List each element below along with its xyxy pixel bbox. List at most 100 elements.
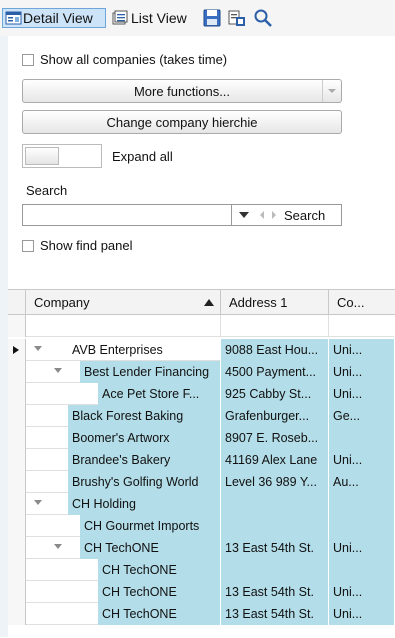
- export-button[interactable]: [228, 8, 246, 28]
- table-row[interactable]: CH Holding: [8, 493, 395, 515]
- company-cell: Ace Pet Store F...: [98, 383, 221, 405]
- more-functions-label: More functions...: [133, 83, 231, 99]
- table-row[interactable]: Brushy's Golfing World Level 36 989 Y...…: [8, 471, 395, 493]
- row-indicator: [8, 471, 26, 493]
- country-cell: Uni...: [329, 383, 395, 405]
- save-icon: [203, 9, 221, 27]
- country-cell: Au...: [329, 471, 395, 493]
- table-row[interactable]: CH Gourmet Imports: [8, 515, 395, 537]
- tree-expander-icon[interactable]: [34, 346, 42, 351]
- country-cell: Uni...: [329, 581, 395, 603]
- table-row[interactable]: Brandee's Bakery 41169 Alex Lane Uni...: [8, 449, 395, 471]
- filter-cell-company[interactable]: [26, 315, 221, 337]
- row-indicator: [8, 339, 26, 361]
- chevron-down-icon: [328, 89, 336, 93]
- address-cell: 13 East 54th St.: [221, 581, 329, 603]
- search-icon: [254, 9, 272, 27]
- address-cell: [221, 515, 329, 537]
- row-indicator: [8, 449, 26, 471]
- search-toolbar-button[interactable]: [253, 8, 273, 28]
- change-hierarchy-button[interactable]: Change company hierchie: [22, 110, 342, 134]
- tree-expander-icon[interactable]: [54, 544, 62, 549]
- row-indicator: [8, 559, 26, 581]
- country-cell: Uni...: [329, 449, 395, 471]
- column-header-address[interactable]: Address 1: [221, 290, 329, 314]
- show-find-panel-checkbox[interactable]: [22, 239, 34, 252]
- change-hierarchy-label: Change company hierchie: [106, 114, 258, 130]
- list-view-button[interactable]: List View: [111, 8, 187, 28]
- show-all-companies-label: Show all companies (takes time): [40, 52, 228, 67]
- address-cell: 9088 East Hou...: [221, 339, 329, 361]
- more-functions-dropdown[interactable]: [322, 80, 341, 102]
- current-row-icon: [13, 346, 19, 354]
- country-cell: Uni...: [329, 603, 395, 625]
- country-cell: Ge...: [329, 405, 395, 427]
- search-input[interactable]: [22, 204, 232, 226]
- search-controls: Search: [232, 204, 342, 226]
- auto-filter-row[interactable]: [8, 315, 395, 337]
- expand-all-toggle[interactable]: [22, 144, 102, 168]
- expand-all-label: Expand all: [112, 149, 173, 164]
- table-row[interactable]: CH TechONE 13 East 54th St. Uni...: [8, 603, 395, 625]
- show-find-panel-option[interactable]: Show find panel: [22, 238, 133, 253]
- row-indicator: [8, 383, 26, 405]
- address-cell: 925 Cabby St...: [221, 383, 329, 405]
- save-button[interactable]: [203, 8, 221, 28]
- table-row[interactable]: AVB Enterprises 9088 East Hou... Uni...: [8, 339, 395, 361]
- more-functions-button[interactable]: More functions...: [22, 79, 342, 103]
- header-indicator: [8, 290, 26, 314]
- previous-arrow-icon[interactable]: [258, 210, 266, 220]
- company-cell: CH TechONE: [80, 537, 221, 559]
- address-cell: [221, 493, 329, 515]
- filter-cell-address[interactable]: [221, 315, 329, 337]
- tree-expander-icon[interactable]: [54, 368, 62, 373]
- country-cell: Uni...: [329, 537, 395, 559]
- show-all-companies-option[interactable]: Show all companies (takes time): [22, 52, 227, 67]
- address-cell: 4500 Payment...: [221, 361, 329, 383]
- row-indicator: [8, 493, 26, 515]
- table-row[interactable]: Boomer's Artworx 8907 E. Roseb...: [8, 427, 395, 449]
- detail-view-button[interactable]: Detail View: [2, 8, 106, 28]
- search-label: Search: [26, 183, 68, 198]
- detail-view-label: Detail View: [23, 10, 93, 26]
- toggle-knob[interactable]: [25, 147, 59, 165]
- chevron-down-icon[interactable]: [238, 211, 250, 219]
- row-indicator: [8, 603, 26, 625]
- address-cell: 8907 E. Roseb...: [221, 427, 329, 449]
- address-cell: 41169 Alex Lane: [221, 449, 329, 471]
- address-cell: 13 East 54th St.: [221, 537, 329, 559]
- table-row[interactable]: Black Forest Baking Grafenburger... Ge..…: [8, 405, 395, 427]
- next-arrow-icon[interactable]: [270, 210, 278, 220]
- table-row[interactable]: CH TechONE 13 East 54th St. Uni...: [8, 537, 395, 559]
- company-cell: CH TechONE: [98, 559, 221, 581]
- filter-cell-country[interactable]: [329, 315, 395, 337]
- row-indicator: [8, 581, 26, 603]
- company-grid: Company Address 1 Co... AVB Enterprises …: [8, 289, 395, 638]
- company-cell: Boomer's Artworx: [68, 427, 221, 449]
- column-header-country[interactable]: Co...: [329, 290, 395, 314]
- tree-expander-icon[interactable]: [34, 500, 42, 505]
- show-find-panel-label: Show find panel: [40, 238, 133, 253]
- country-cell: [329, 427, 395, 449]
- company-cell: CH TechONE: [98, 581, 221, 603]
- detail-view-icon: [5, 11, 22, 25]
- list-view-icon: [112, 10, 128, 25]
- company-cell: CH Holding: [68, 493, 221, 515]
- company-cell: Brandee's Bakery: [68, 449, 221, 471]
- row-indicator: [8, 427, 26, 449]
- table-row[interactable]: Best Lender Financing 4500 Payment... Un…: [8, 361, 395, 383]
- company-cell: CH Gourmet Imports: [80, 515, 221, 537]
- company-cell: Brushy's Golfing World: [68, 471, 221, 493]
- country-cell: [329, 493, 395, 515]
- column-header-company[interactable]: Company: [26, 290, 221, 314]
- table-row[interactable]: CH TechONE: [8, 559, 395, 581]
- address-cell: 13 East 54th St.: [221, 603, 329, 625]
- table-row[interactable]: CH TechONE 13 East 54th St. Uni...: [8, 581, 395, 603]
- grid-header: Company Address 1 Co...: [8, 290, 395, 315]
- table-row[interactable]: Ace Pet Store F... 925 Cabby St... Uni..…: [8, 383, 395, 405]
- search-button[interactable]: Search: [284, 208, 325, 223]
- company-cell: CH TechONE: [98, 603, 221, 625]
- options-panel: Show all companies (takes time) More fun…: [8, 36, 395, 284]
- country-cell: Uni...: [329, 339, 395, 361]
- show-all-companies-checkbox[interactable]: [22, 53, 34, 66]
